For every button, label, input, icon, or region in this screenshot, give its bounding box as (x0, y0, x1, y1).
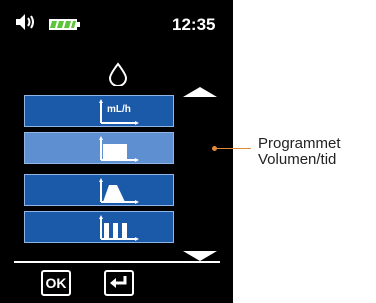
menu-item-rate[interactable]: mL/h (24, 95, 174, 127)
sequential-graph-icon (99, 215, 139, 246)
menu-item-volume-time[interactable] (24, 132, 174, 164)
enter-button[interactable] (104, 270, 134, 296)
triangle-up-icon[interactable] (183, 84, 217, 102)
ramp-graph-icon (99, 178, 139, 209)
pump-display: 12:35 mL/h OK (0, 0, 233, 303)
callout-line-2: Volumen/tid (258, 151, 337, 168)
callout-leader-line (214, 148, 251, 149)
battery-full-icon (49, 17, 81, 35)
callout-label: Programmet Volumen/tid (258, 136, 341, 168)
callout-line-1: Programmet (258, 135, 341, 152)
status-bar: 12:35 (0, 0, 233, 42)
ok-button[interactable]: OK (41, 270, 71, 296)
softkey-divider (14, 261, 220, 263)
menu-item-ramp[interactable] (24, 174, 174, 206)
rate-unit-label: mL/h (107, 104, 131, 115)
clock: 12:35 (172, 15, 216, 34)
drop-icon (108, 62, 128, 91)
speaker-icon (16, 14, 36, 35)
triangle-down-icon[interactable] (183, 248, 217, 266)
volume-time-graph-icon (99, 136, 139, 167)
enter-icon (110, 275, 128, 292)
menu-item-sequential[interactable] (24, 211, 174, 243)
